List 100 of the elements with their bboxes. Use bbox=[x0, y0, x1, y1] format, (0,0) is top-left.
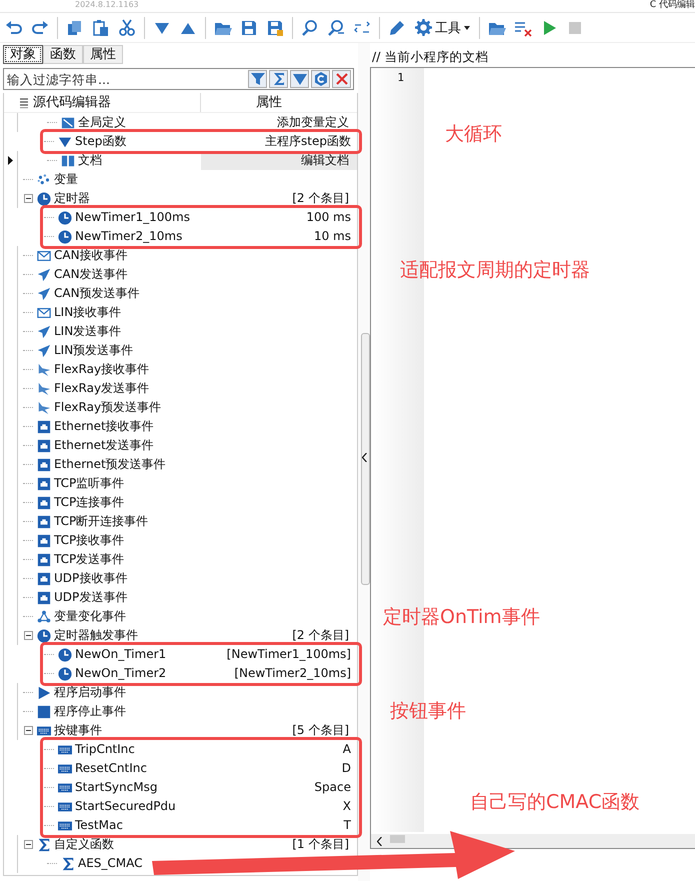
line-number: 1 bbox=[396, 70, 405, 86]
network-port-icon bbox=[37, 476, 51, 490]
tree-item[interactable]: CAN接收事件 bbox=[54, 246, 128, 265]
tree-item[interactable]: 按键事件 bbox=[54, 721, 102, 740]
property-value: 编辑文档 bbox=[301, 153, 349, 167]
tree-item[interactable]: 变量变化事件 bbox=[54, 607, 126, 626]
tree-item[interactable]: 定时器触发事件 bbox=[54, 626, 138, 645]
keyboard-icon bbox=[58, 742, 72, 756]
tree-item[interactable]: NewOn_Timer2 bbox=[75, 664, 166, 683]
clock-icon bbox=[37, 192, 51, 206]
annotation-text: 自己写的CMAC函数 bbox=[470, 790, 640, 814]
gear-icon bbox=[415, 19, 432, 36]
tree-item[interactable]: 变量 bbox=[54, 170, 78, 189]
triangle-icon bbox=[58, 134, 72, 148]
collapse-toggle-icon[interactable] bbox=[24, 194, 32, 203]
tree-item[interactable]: 程序启动事件 bbox=[54, 683, 126, 702]
tree-item[interactable]: 自定义函数 bbox=[54, 835, 114, 854]
tree-item[interactable]: CAN预发送事件 bbox=[54, 284, 140, 303]
tree-item[interactable]: TCP连接事件 bbox=[54, 493, 124, 512]
tree-item[interactable]: AES_CMAC bbox=[78, 854, 143, 873]
column-header[interactable]: 源代码编辑器 bbox=[4, 93, 201, 112]
collapse-toggle-icon[interactable] bbox=[24, 840, 32, 849]
annotation-text: 大循环 bbox=[445, 122, 502, 146]
keyboard-icon bbox=[58, 762, 72, 776]
property-value: A bbox=[342, 742, 351, 756]
annotation-text: 适配报文周期的定时器 bbox=[400, 258, 590, 282]
tree-item[interactable]: UDP接收事件 bbox=[54, 569, 128, 588]
editor-caption: // 当前小程序的文档 bbox=[371, 48, 490, 66]
network-port-icon bbox=[37, 420, 51, 434]
annotation-text: 定时器OnTim事件 bbox=[383, 605, 540, 629]
tree-item[interactable]: StartSecuredPdu bbox=[75, 797, 176, 816]
paper-plane-icon bbox=[37, 324, 51, 338]
clock-icon bbox=[58, 210, 72, 224]
dots-icon bbox=[37, 172, 51, 186]
property-value: Space bbox=[314, 780, 351, 794]
tab[interactable]: 属性 bbox=[83, 45, 123, 64]
tree-item[interactable]: TestMac bbox=[75, 816, 123, 835]
tree-item[interactable]: UDP发送事件 bbox=[54, 588, 128, 607]
scrollbar[interactable] bbox=[361, 333, 370, 585]
scroll-thumb[interactable] bbox=[390, 835, 405, 843]
filter-input[interactable]: 输入过滤字符串... bbox=[4, 72, 246, 86]
tree-item[interactable]: FlexRay发送事件 bbox=[54, 379, 150, 398]
tree-item[interactable]: FlexRay预发送事件 bbox=[54, 398, 162, 417]
tools-menu-button[interactable]: 工具 bbox=[411, 16, 474, 40]
tree-item[interactable]: Ethernet发送事件 bbox=[54, 436, 154, 455]
tree-item[interactable]: Ethernet预发送事件 bbox=[54, 455, 166, 474]
tree-item[interactable]: StartSyncMsg bbox=[75, 778, 158, 797]
sigma-icon bbox=[37, 838, 51, 852]
filter-field[interactable]: 输入过滤字符串... bbox=[3, 68, 354, 90]
tree-item[interactable]: TCP断开连接事件 bbox=[54, 512, 148, 531]
tree-item[interactable]: 程序停止事件 bbox=[54, 702, 126, 721]
tree-item[interactable]: 文档 bbox=[78, 151, 102, 170]
sigma-icon bbox=[61, 856, 75, 870]
tree-item[interactable]: FlexRay接收事件 bbox=[54, 360, 150, 379]
property-value: [1 个条目] bbox=[292, 837, 349, 851]
tree-item[interactable]: TCP接收事件 bbox=[54, 531, 124, 550]
tree-item[interactable]: TripCntInc bbox=[75, 740, 135, 759]
collapse-toggle-icon[interactable] bbox=[24, 631, 32, 640]
grid-icon bbox=[61, 116, 75, 130]
tree-item[interactable]: NewOn_Timer1 bbox=[75, 645, 166, 664]
tree-item[interactable]: CAN发送事件 bbox=[54, 265, 128, 284]
property-value: [2 个条目] bbox=[292, 628, 349, 642]
network-port-icon bbox=[37, 552, 51, 566]
sigma-icon[interactable] bbox=[269, 70, 288, 88]
tree-item[interactable]: TCP发送事件 bbox=[54, 550, 124, 569]
tree-item[interactable]: LIN接收事件 bbox=[54, 303, 122, 322]
paper-plane-icon bbox=[37, 344, 51, 358]
keyboard-icon bbox=[58, 800, 72, 814]
tree-item[interactable]: NewTimer1_100ms bbox=[75, 208, 190, 227]
filter-icon[interactable] bbox=[248, 70, 267, 88]
collapse-toggle-icon[interactable] bbox=[24, 726, 32, 735]
tree-item[interactable]: TCP监听事件 bbox=[54, 474, 124, 493]
property-value: [2 个条目] bbox=[292, 191, 349, 205]
scroll-left-icon[interactable] bbox=[377, 836, 382, 846]
tree-item[interactable]: LIN发送事件 bbox=[54, 322, 122, 341]
tree-item[interactable]: LIN预发送事件 bbox=[54, 341, 134, 360]
tab[interactable]: 函数 bbox=[43, 45, 83, 64]
tree-item[interactable]: Step函数 bbox=[75, 132, 126, 151]
property-value: [NewTimer2_10ms] bbox=[234, 666, 351, 680]
tree-item[interactable]: 全局定义 bbox=[78, 113, 126, 132]
tree-item[interactable]: Ethernet接收事件 bbox=[54, 417, 154, 436]
horizontal-scrollbar[interactable] bbox=[371, 834, 695, 848]
tree-item[interactable]: 定时器 bbox=[54, 189, 90, 208]
column-header[interactable]: 属性 bbox=[201, 93, 357, 112]
envelope-icon bbox=[37, 248, 51, 262]
list-icon bbox=[20, 98, 28, 108]
keyboard-icon bbox=[37, 724, 51, 738]
book-icon bbox=[61, 154, 75, 168]
tab[interactable]: 对象 bbox=[3, 45, 43, 64]
property-value: D bbox=[342, 761, 351, 775]
property-value: [NewTimer1_100ms] bbox=[226, 647, 351, 661]
annotation-text: 按钮事件 bbox=[390, 699, 466, 723]
network-port-icon bbox=[37, 438, 51, 452]
close-icon[interactable] bbox=[332, 70, 351, 88]
property-value: X bbox=[342, 799, 351, 813]
clock-icon bbox=[58, 666, 72, 680]
pennant-icon bbox=[37, 362, 51, 376]
tree-item[interactable]: NewTimer2_10ms bbox=[75, 227, 182, 246]
tree-item[interactable]: ResetCntInc bbox=[75, 759, 147, 778]
clock-icon bbox=[37, 628, 51, 642]
